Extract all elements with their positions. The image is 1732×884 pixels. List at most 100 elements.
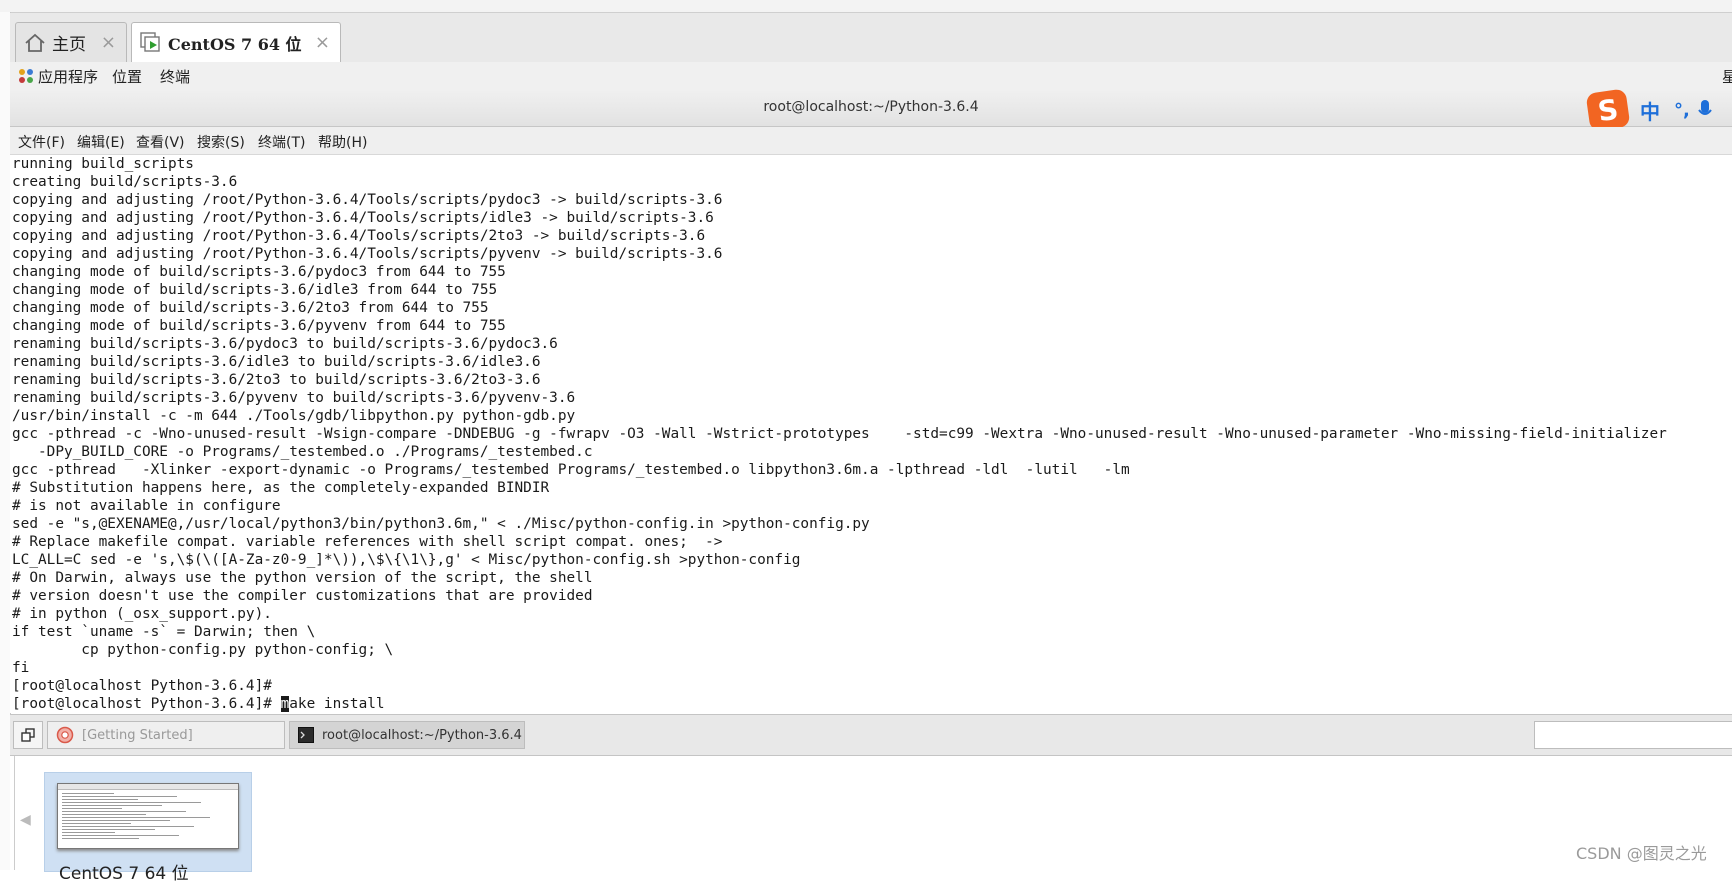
thumb-line bbox=[62, 808, 123, 809]
thumb-line bbox=[62, 796, 178, 797]
thumb-line bbox=[62, 805, 162, 806]
mic-icon[interactable] bbox=[1698, 99, 1712, 121]
close-icon[interactable]: × bbox=[315, 32, 330, 53]
menu-edit[interactable]: 编辑(E) bbox=[77, 132, 125, 152]
window-title-bar[interactable]: root@localhost:~/Python-3.6.4 S 中 °, bbox=[10, 88, 1732, 132]
terminal-line: # Replace makefile compat. variable refe… bbox=[12, 534, 723, 550]
vm-tab-bar: 主页 × CentOS 7 64 位 × bbox=[10, 13, 1732, 63]
terminal-line: changing mode of build/scripts-3.6/2to3 … bbox=[12, 300, 489, 316]
thumb-line bbox=[62, 793, 114, 794]
thumb-text-lines bbox=[58, 790, 238, 844]
scroll-left-icon[interactable]: ◀ bbox=[20, 812, 31, 828]
terminal-line: renaming build/scripts-3.6/pyvenv to bui… bbox=[12, 390, 576, 406]
csdn-watermark: CSDN @图灵之光 bbox=[1576, 844, 1707, 863]
thumb-line bbox=[62, 802, 202, 803]
terminal-menu[interactable]: 终端 bbox=[160, 66, 190, 87]
terminal-line: -DPy_BUILD_CORE -o Programs/_testembed.o… bbox=[37, 444, 593, 460]
vm-thumbnail-card[interactable]: CentOS 7 64 位 bbox=[44, 772, 252, 884]
show-desktop-button[interactable] bbox=[13, 721, 43, 749]
thumb-line bbox=[62, 835, 179, 836]
tab-home[interactable]: 主页 × bbox=[15, 22, 127, 62]
menu-file[interactable]: 文件(F) bbox=[18, 132, 65, 152]
menu-search[interactable]: 搜索(S) bbox=[197, 132, 245, 152]
sogou-logo-icon: S bbox=[1585, 88, 1631, 132]
thumb-line bbox=[62, 811, 186, 812]
lifebuoy-icon bbox=[56, 726, 74, 744]
thumb-line bbox=[62, 817, 210, 818]
vm-thumbnail-bar: ◀ CentOS 7 64 位 bbox=[10, 756, 1732, 884]
menu-view[interactable]: 查看(V) bbox=[136, 132, 185, 152]
terminal-line: cp python-config.py python-config; \ bbox=[81, 642, 394, 658]
terminal-line: fi bbox=[12, 660, 30, 676]
terminal-line: running build_scripts bbox=[12, 156, 194, 172]
terminal-line: copying and adjusting /root/Python-3.6.4… bbox=[12, 246, 723, 262]
terminal-line: # Substitution happens here, as the comp… bbox=[12, 480, 550, 496]
terminal-menubar: 文件(F) 编辑(E) 查看(V) 搜索(S) 终端(T) 帮助(H) bbox=[10, 127, 1732, 155]
thumb-line bbox=[62, 826, 195, 827]
terminal-output[interactable]: running build_scripts creating build/scr… bbox=[10, 155, 1732, 713]
menu-help[interactable]: 帮助(H) bbox=[318, 132, 367, 152]
show-desktop-icon bbox=[21, 728, 35, 742]
workspace-indicator[interactable] bbox=[1534, 721, 1732, 749]
taskbar-item-terminal[interactable]: root@localhost:~/Python-3.6.4 bbox=[289, 721, 525, 749]
terminal-line: changing mode of build/scripts-3.6/idle3… bbox=[12, 282, 498, 298]
guest-taskbar: [Getting Started] root@localhost:~/Pytho… bbox=[10, 714, 1732, 756]
ime-logo-letter: S bbox=[1595, 92, 1621, 128]
getting-started-label: [Getting Started] bbox=[82, 727, 193, 743]
places-menu[interactable]: 位置 bbox=[112, 66, 142, 87]
ime-mode[interactable]: 中 bbox=[1640, 96, 1660, 125]
terminal-line: # version doesn't use the compiler custo… bbox=[12, 588, 593, 604]
applications-icon bbox=[19, 69, 33, 83]
terminal-text: running build_scripts creating build/scr… bbox=[12, 155, 1667, 713]
terminal-line: # On Darwin, always use the python versi… bbox=[12, 570, 593, 586]
terminal-line: sed -e "s,@EXENAME@,/usr/local/python3/b… bbox=[12, 516, 870, 532]
applications-menu[interactable]: 应用程序 bbox=[38, 66, 98, 87]
terminal-line: gcc -pthread -Xlinker -export-dynamic -o… bbox=[12, 462, 1130, 478]
thumb-line bbox=[62, 814, 147, 815]
thumb-line bbox=[62, 829, 155, 830]
thumb-line bbox=[62, 823, 131, 824]
thumb-line bbox=[62, 838, 140, 839]
thumb-divider bbox=[14, 756, 15, 870]
terminal-line: copying and adjusting /root/Python-3.6.4… bbox=[12, 228, 706, 244]
terminal-line: copying and adjusting /root/Python-3.6.4… bbox=[12, 192, 723, 208]
terminal-line: [root@localhost Python-3.6.4]# bbox=[12, 678, 272, 694]
terminal-line: if test `uname -s` = Darwin; then \ bbox=[12, 624, 316, 640]
taskbar-item-getting-started[interactable]: [Getting Started] bbox=[47, 721, 285, 749]
terminal-cursor: m bbox=[280, 696, 290, 712]
tab-centos-label: CentOS 7 64 位 bbox=[168, 35, 302, 54]
terminal-line: renaming build/scripts-3.6/pydoc3 to bui… bbox=[12, 336, 558, 352]
vm-icon bbox=[140, 32, 160, 52]
thumb-line bbox=[62, 832, 116, 833]
ime-toolbar[interactable]: S 中 °, bbox=[1585, 88, 1712, 132]
thumb-line bbox=[62, 799, 138, 800]
terminal-command: ake install bbox=[289, 696, 385, 712]
top-toolbar-strip bbox=[0, 0, 1732, 13]
terminal-icon bbox=[298, 727, 314, 743]
terminal-prompt: [root@localhost Python-3.6.4]# bbox=[12, 696, 281, 712]
terminal-line: gcc -pthread -c -Wno-unused-result -Wsig… bbox=[12, 426, 1667, 442]
gnome-top-bar: 应用程序 位置 终端 星 bbox=[10, 62, 1732, 91]
vm-thumbnail-label: CentOS 7 64 位 bbox=[59, 864, 189, 884]
terminal-task-label: root@localhost:~/Python-3.6.4 bbox=[322, 727, 522, 743]
terminal-line: creating build/scripts-3.6 bbox=[12, 174, 238, 190]
terminal-lines: running build_scripts creating build/scr… bbox=[12, 156, 1667, 694]
menu-terminal[interactable]: 终端(T) bbox=[258, 132, 305, 152]
thumb-line bbox=[62, 820, 171, 821]
terminal-line: LC_ALL=C sed -e 's,\$(\([A-Za-z0-9_]*\))… bbox=[12, 552, 801, 568]
terminal-line: renaming build/scripts-3.6/2to3 to build… bbox=[12, 372, 541, 388]
home-icon bbox=[25, 33, 45, 52]
close-icon[interactable]: × bbox=[101, 32, 116, 53]
terminal-line: changing mode of build/scripts-3.6/pyven… bbox=[12, 318, 506, 334]
clock-clipped: 星 bbox=[1722, 68, 1732, 86]
tab-home-label: 主页 bbox=[52, 35, 86, 55]
tab-centos[interactable]: CentOS 7 64 位 × bbox=[131, 22, 341, 63]
vm-thumbnail-image bbox=[57, 783, 239, 849]
terminal-line: /usr/bin/install -c -m 644 ./Tools/gdb/l… bbox=[12, 408, 576, 424]
terminal-line: # in python (_osx_support.py). bbox=[12, 606, 272, 622]
terminal-line: # is not available in configure bbox=[12, 498, 281, 514]
ime-punct[interactable]: °, bbox=[1674, 100, 1690, 121]
window-title: root@localhost:~/Python-3.6.4 bbox=[763, 99, 979, 115]
terminal-line: renaming build/scripts-3.6/idle3 to buil… bbox=[12, 354, 541, 370]
terminal-line: changing mode of build/scripts-3.6/pydoc… bbox=[12, 264, 506, 280]
